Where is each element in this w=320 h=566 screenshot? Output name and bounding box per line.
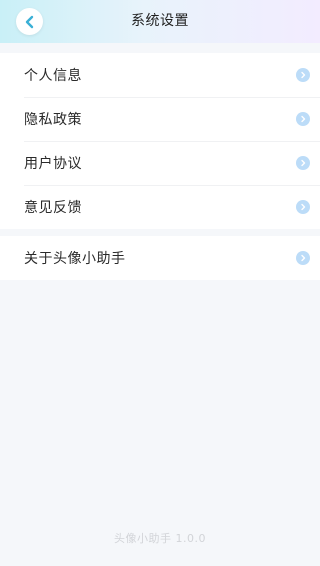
settings-item-label: 隐私政策 xyxy=(24,112,82,128)
app-version-label: 头像小助手 1.0.0 xyxy=(114,532,206,545)
settings-item-label: 关于头像小助手 xyxy=(24,251,126,267)
chevron-right-icon xyxy=(296,200,310,214)
back-button[interactable] xyxy=(16,8,43,35)
settings-item-privacy-policy[interactable]: 隐私政策 xyxy=(0,97,320,141)
settings-item-feedback[interactable]: 意见反馈 xyxy=(0,185,320,229)
settings-item-label: 用户协议 xyxy=(24,156,82,172)
chevron-right-icon xyxy=(296,68,310,82)
settings-item-label: 意见反馈 xyxy=(24,200,82,216)
settings-item-personal-info[interactable]: 个人信息 xyxy=(0,53,320,97)
settings-item-about[interactable]: 关于头像小助手 xyxy=(0,236,320,280)
chevron-right-icon xyxy=(296,251,310,265)
settings-item-user-agreement[interactable]: 用户协议 xyxy=(0,141,320,185)
header-bar: 系统设置 xyxy=(0,0,320,43)
chevron-right-icon xyxy=(296,156,310,170)
settings-list: 个人信息 隐私政策 用户协议 意见反馈 xyxy=(0,53,320,229)
about-section: 关于头像小助手 xyxy=(0,236,320,280)
chevron-left-icon xyxy=(24,15,36,29)
chevron-right-icon xyxy=(296,112,310,126)
page-title: 系统设置 xyxy=(131,13,189,29)
settings-item-label: 个人信息 xyxy=(24,68,82,84)
